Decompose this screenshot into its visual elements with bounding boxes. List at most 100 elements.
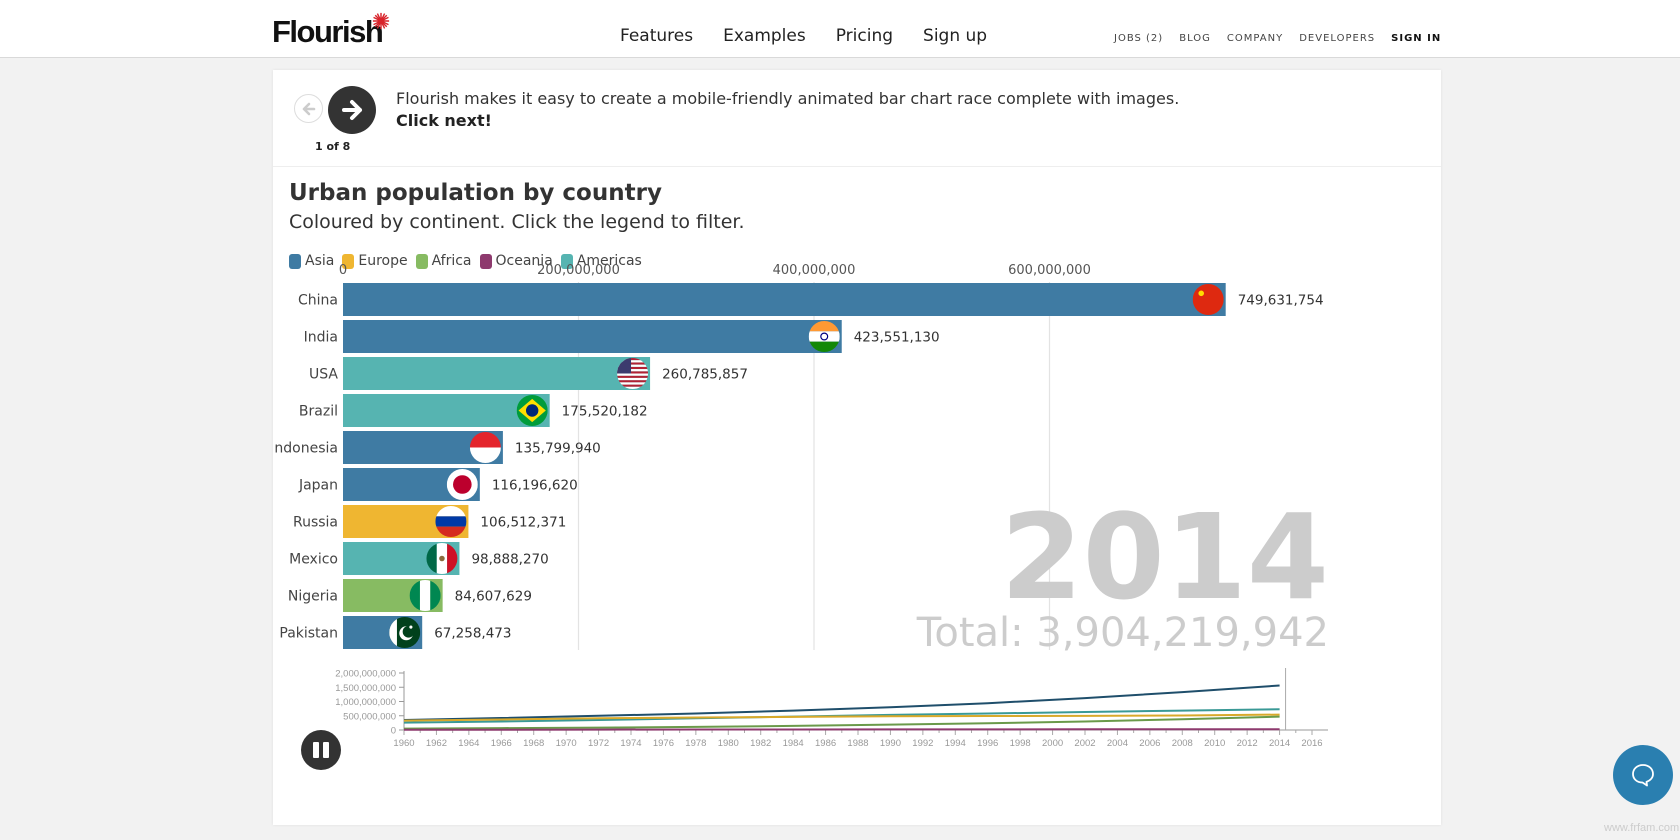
bar-category-label: Russia <box>293 515 338 531</box>
total-label: Total: 3,904,219,942 <box>916 610 1329 656</box>
nav-features-link[interactable]: Features <box>620 26 693 46</box>
top-navigation: Flourish Features Examples Pricing Sign … <box>0 0 1680 58</box>
bar-value-label: 175,520,182 <box>562 404 648 420</box>
bar-category-label: Pakistan <box>279 626 338 642</box>
bar-row: USA 260,785,857 <box>309 357 748 390</box>
nav-examples-link[interactable]: Examples <box>723 26 806 46</box>
nav-signin-link[interactable]: SIGN IN <box>1391 33 1441 44</box>
secondary-nav-links: JOBS (2) BLOG COMPANY DEVELOPERS SIGN IN <box>1114 33 1441 44</box>
bar <box>343 320 842 353</box>
x-tick-label: 1990 <box>880 738 901 749</box>
x-tick-label: 1976 <box>653 738 674 749</box>
y-tick-label: 0 <box>391 726 396 737</box>
bar-row: Brazil 175,520,182 <box>299 394 648 427</box>
x-tick-label: 1992 <box>912 738 933 749</box>
x-tick-label: 1986 <box>815 738 836 749</box>
bar-value-label: 749,631,754 <box>1238 293 1324 309</box>
bar-category-label: Brazil <box>299 404 338 420</box>
japan-flag <box>446 469 478 500</box>
x-tick-label: 0 <box>339 263 347 278</box>
x-tick-label: 1960 <box>393 738 414 749</box>
bar-value-label: 98,888,270 <box>471 552 548 568</box>
flourish-logo[interactable]: Flourish <box>272 14 384 50</box>
x-tick-label: 1978 <box>685 738 706 749</box>
bar-category-label: Mexico <box>289 552 338 568</box>
x-tick-label: 1966 <box>491 738 512 749</box>
x-tick-label: 1988 <box>847 738 868 749</box>
timeline-chart: 0 500,000,000 1,000,000,000 1,500,000,000 2,… <box>335 668 1328 749</box>
mexico-flag <box>426 543 458 574</box>
x-tick-label: 400,000,000 <box>773 263 856 278</box>
x-tick-label: 600,000,000 <box>1008 263 1091 278</box>
series-line-oceania <box>404 728 1280 731</box>
bar-row: Indonesia 135,799,940 <box>273 431 601 464</box>
china-flag <box>1192 284 1224 315</box>
nav-developers-link[interactable]: DEVELOPERS <box>1299 33 1375 44</box>
indonesia-flag <box>469 432 501 463</box>
x-tick-label: 1964 <box>458 738 479 749</box>
x-tick-label: 1968 <box>523 738 544 749</box>
nav-pricing-link[interactable]: Pricing <box>836 26 893 46</box>
x-tick-label: 2008 <box>1172 738 1193 749</box>
bar-row: India 423,551,130 <box>304 320 940 353</box>
x-tick-label: 1994 <box>945 738 966 749</box>
bar <box>343 357 651 390</box>
x-tick-label: 2000 <box>1042 738 1063 749</box>
story-card: 1 of 8 Flourish makes it easy to create … <box>273 70 1441 825</box>
bar <box>343 283 1226 316</box>
bar-value-label: 106,512,371 <box>480 515 566 531</box>
india-flag <box>808 321 840 352</box>
bar-row: Pakistan 67,258,473 <box>279 616 511 649</box>
bar-value-label: 67,258,473 <box>434 626 511 642</box>
watermark: www.frfam.com <box>1604 822 1680 834</box>
bar-value-label: 135,799,940 <box>515 441 601 457</box>
nav-signup-link[interactable]: Sign up <box>923 26 987 46</box>
bar-category-label: Japan <box>298 478 338 494</box>
brazil-flag <box>516 395 548 426</box>
bar-row: Mexico 98,888,270 <box>289 542 549 575</box>
logo-star-icon <box>372 12 390 30</box>
x-tick-label: 1984 <box>783 738 804 749</box>
bar-category-label: China <box>298 293 338 309</box>
x-tick-label: 1974 <box>620 738 641 749</box>
nav-jobs-link[interactable]: JOBS (2) <box>1114 33 1163 44</box>
bar-row: Nigeria 84,607,629 <box>288 579 532 612</box>
nigeria-flag <box>409 580 441 611</box>
y-tick-label: 2,000,000,000 <box>335 669 396 680</box>
russia-flag <box>435 506 467 537</box>
bar-value-label: 84,607,629 <box>455 589 532 605</box>
x-tick-label: 200,000,000 <box>537 263 620 278</box>
x-tick-label: 2014 <box>1269 738 1290 749</box>
bar-value-label: 423,551,130 <box>854 330 940 346</box>
pause-icon-bar <box>313 742 319 758</box>
pause-icon-bar <box>323 742 329 758</box>
x-tick-label: 1962 <box>426 738 447 749</box>
pause-button[interactable] <box>301 730 341 770</box>
y-tick-label: 1,500,000,000 <box>335 683 396 694</box>
pakistan-flag <box>389 617 421 648</box>
bar-value-label: 260,785,857 <box>662 367 748 383</box>
x-tick-label: 1998 <box>1010 738 1031 749</box>
bar-row: China 749,631,754 <box>298 283 1324 316</box>
bar-chart-race: 0 200,000,000 400,000,000 600,000,0002014To… <box>273 263 1329 749</box>
bar-category-label: Indonesia <box>273 441 338 457</box>
x-tick-label: 1970 <box>556 738 577 749</box>
usa-flag <box>617 358 649 389</box>
x-tick-label: 1996 <box>977 738 998 749</box>
x-tick-label: 1972 <box>588 738 609 749</box>
bar-value-label: 116,196,620 <box>492 478 578 494</box>
bar-category-label: India <box>304 330 338 346</box>
year-label: 2014 <box>1001 488 1329 626</box>
x-tick-label: 2016 <box>1301 738 1322 749</box>
chat-support-button[interactable] <box>1613 745 1673 805</box>
x-tick-label: 2006 <box>1139 738 1160 749</box>
nav-company-link[interactable]: COMPANY <box>1227 33 1283 44</box>
x-tick-label: 2002 <box>1074 738 1095 749</box>
x-tick-label: 2010 <box>1204 738 1225 749</box>
main-nav-links: Features Examples Pricing Sign up <box>620 26 987 46</box>
chat-bubble-icon <box>1632 764 1654 787</box>
bar-row: Russia 106,512,371 <box>293 505 566 538</box>
y-tick-label: 1,000,000,000 <box>335 697 396 708</box>
bar-category-label: Nigeria <box>288 589 338 605</box>
nav-blog-link[interactable]: BLOG <box>1179 33 1211 44</box>
